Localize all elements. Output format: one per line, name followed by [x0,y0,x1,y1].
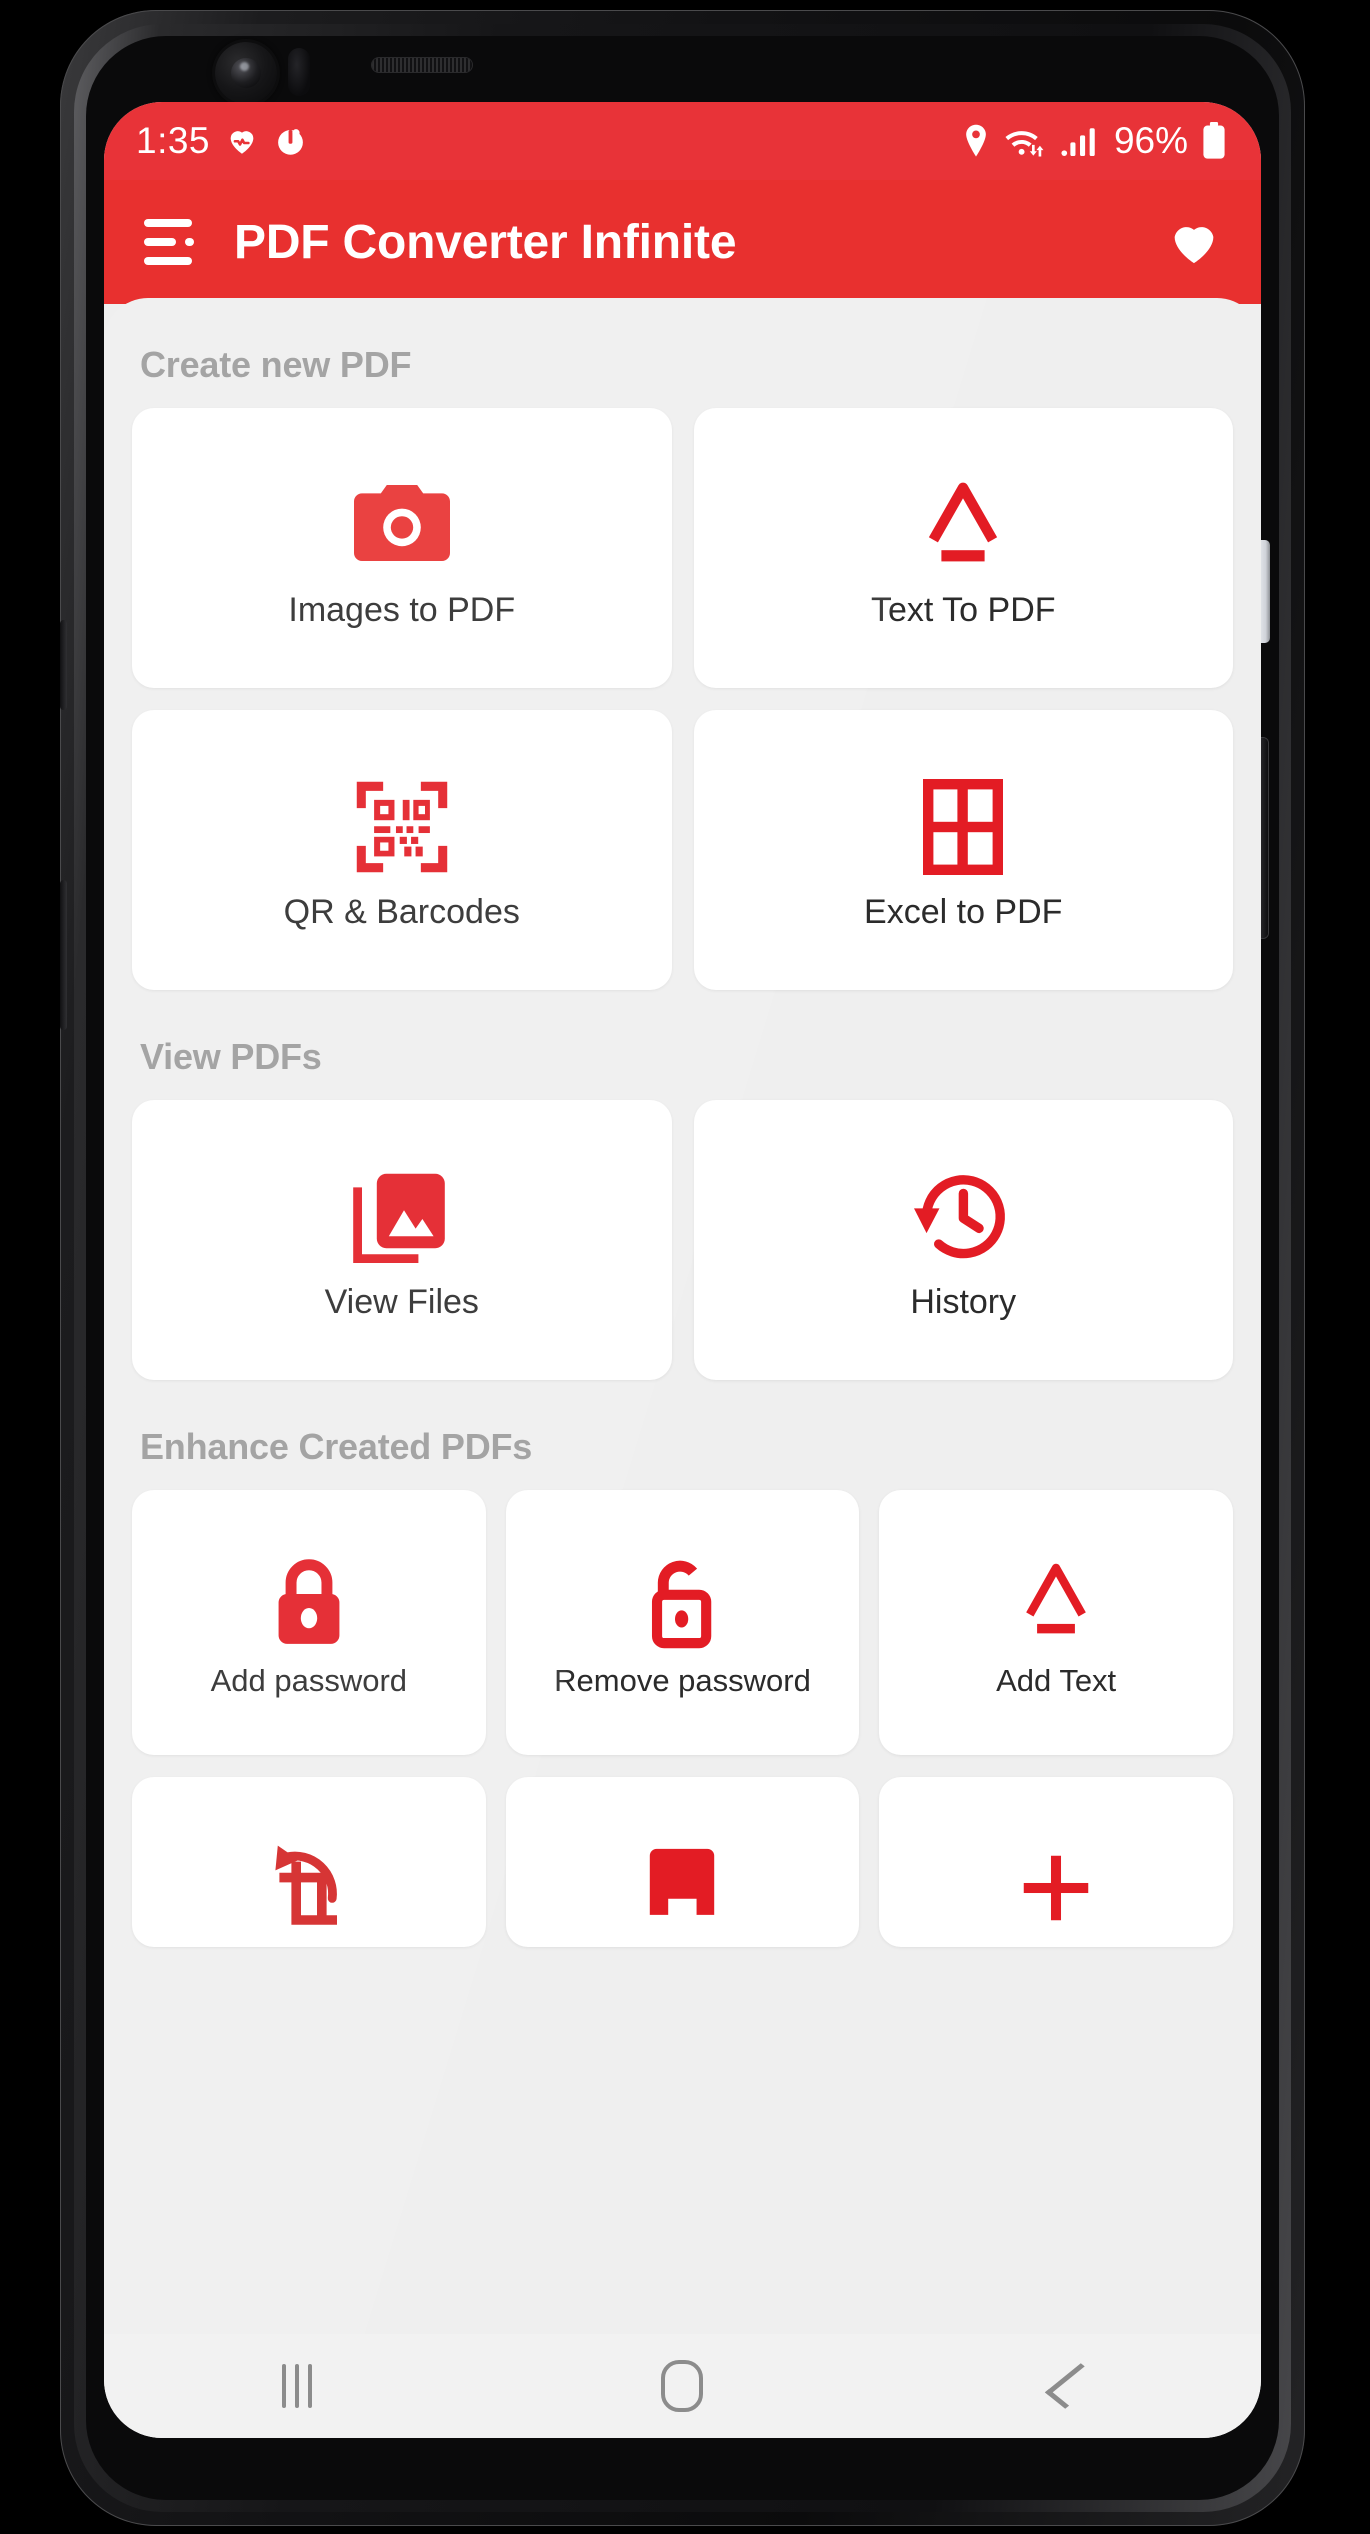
card-label: Remove password [554,1663,811,1699]
status-clock: 1:35 [136,120,211,161]
left-side-button-lower[interactable] [60,880,67,1030]
card-label: QR & Barcodes [283,892,520,931]
back-icon[interactable] [993,2346,1143,2426]
rotate-crop-icon [261,1829,357,1947]
timer-icon [278,129,303,155]
photo-library-icon [352,1158,452,1276]
cellular-signal-icon [1061,128,1095,157]
text-underline-a-icon [1016,1545,1096,1657]
qr-barcode-scan-icon [353,768,451,886]
hamburger-menu-icon[interactable] [138,211,200,273]
proximity-sensor [288,48,310,96]
phone-screen: 1:35 96% PDF Converter Infinite Create n… [104,102,1261,2438]
heart-icon[interactable] [1165,215,1223,269]
lock-closed-icon [270,1545,348,1657]
card-page-shape[interactable] [505,1777,860,1947]
status-bar-left: 1:35 [136,120,307,162]
hamburger-row-top [144,219,200,227]
history-clock-icon [913,1158,1013,1276]
lock-open-icon [643,1545,721,1657]
camera-glint [240,62,249,71]
section-title-view-pdfs: View PDFs [140,1036,322,1077]
card-label: View Files [324,1282,479,1321]
card-label: Add Text [996,1663,1117,1699]
content-sheet: Create new PDF Images to PDF Text To PDF… [104,298,1261,2334]
camera-icon [350,466,454,584]
card-images-to-pdf[interactable]: Images to PDF [132,408,672,688]
battery-icon [1203,122,1225,159]
wifi-icon [1005,131,1044,157]
card-add-password[interactable]: Add password [132,1490,486,1755]
hamburger-row-bottom [144,257,200,265]
recents-icon[interactable] [222,2346,372,2426]
screenshot-stage: 1:35 96% PDF Converter Infinite Create n… [0,0,1370,2534]
card-remove-password[interactable]: Remove password [505,1490,860,1755]
page-shape-icon [636,1829,728,1947]
card-history[interactable]: History [693,1100,1233,1380]
card-label: History [910,1282,1017,1321]
section-title-create-new-pdf: Create new PDF [140,344,412,385]
heart-rate-icon [230,131,254,154]
card-label: Add password [210,1663,408,1699]
card-label: Images to PDF [288,590,516,629]
grid-view-pdfs: View Files History [132,1100,1233,1380]
page-title: PDF Converter Infinite [234,215,737,269]
app-root: 1:35 96% PDF Converter Infinite Create n… [104,102,1261,2438]
left-side-button-upper[interactable] [60,620,67,710]
hamburger-row-middle [144,238,200,246]
card-view-files[interactable]: View Files [132,1100,672,1380]
grid-create-new-pdf: Images to PDF Text To PDF QR & Barcodes … [132,408,1233,990]
android-navigation-bar [104,2334,1261,2438]
card-label: Excel to PDF [864,892,1063,931]
card-text-to-pdf[interactable]: Text To PDF [693,408,1233,688]
grid-partial-row [132,1777,1233,1947]
plus-icon [1013,1829,1099,1947]
text-underline-a-icon [919,466,1007,584]
card-excel-to-pdf[interactable]: Excel to PDF [693,710,1233,990]
location-pin-icon [966,124,986,157]
status-bar-right: 96% [961,120,1227,162]
excel-grid-icon [923,768,1004,886]
card-rotate-crop[interactable] [132,1777,486,1947]
grid-enhance-created-pdfs: Add password Remove password Add Text [132,1490,1233,1755]
battery-percent-label: 96% [1113,120,1188,161]
app-bar: PDF Converter Infinite [104,180,1261,304]
card-qr-barcodes[interactable]: QR & Barcodes [132,710,672,990]
earpiece-speaker [372,58,472,72]
home-icon[interactable] [607,2346,757,2426]
status-bar: 1:35 96% [104,102,1261,180]
card-add-new[interactable] [879,1777,1233,1947]
card-add-text[interactable]: Add Text [879,1490,1233,1755]
card-label: Text To PDF [870,590,1056,629]
section-title-enhance-created-pdfs: Enhance Created PDFs [140,1426,533,1467]
